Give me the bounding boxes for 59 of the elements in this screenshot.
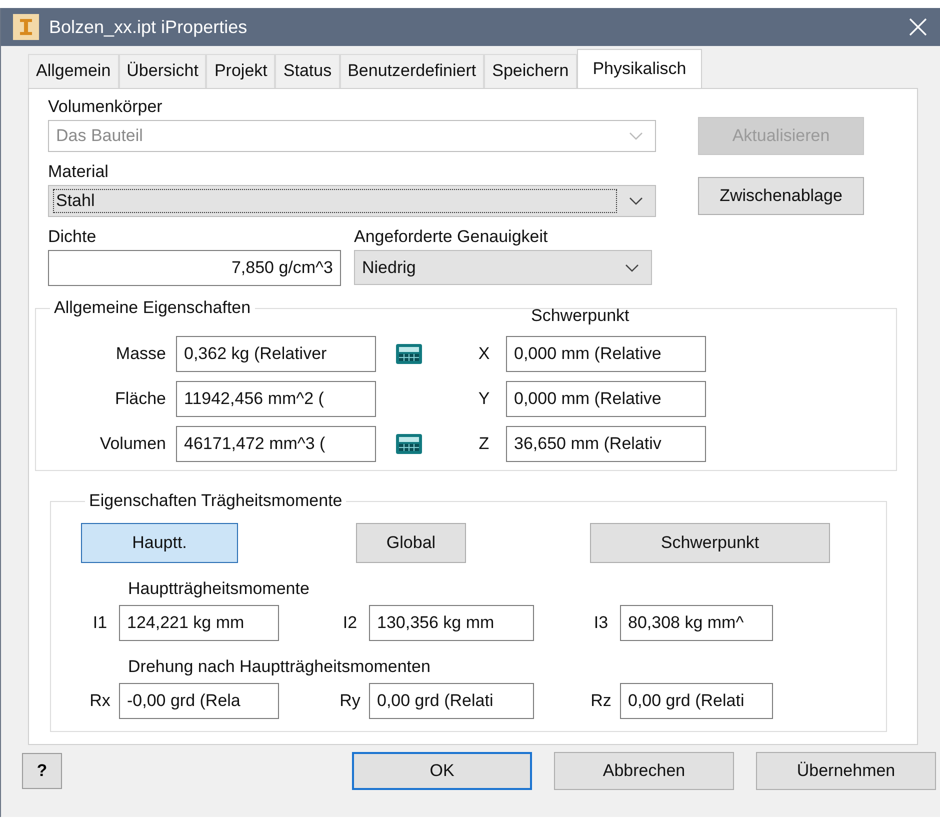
field-label: Dichte <box>48 227 98 247</box>
field-label: Ry <box>338 691 362 711</box>
mode-button[interactable]: Global <box>356 523 466 563</box>
rotation-field[interactable]: 0,00 grd (Relati <box>369 683 534 719</box>
help-button[interactable]: ? <box>22 753 62 789</box>
chevron-down-icon <box>625 262 639 272</box>
field-label: Volumen <box>98 434 167 454</box>
tab[interactable]: Status <box>275 54 340 88</box>
field-label: Masse <box>114 344 167 364</box>
dialog-button[interactable]: Übernehmen <box>756 752 936 790</box>
section-label: Drehung nach Hauptträgheitsmomenten <box>128 657 432 677</box>
dialog-button[interactable]: OK <box>352 752 532 790</box>
calculator-icon[interactable] <box>396 434 422 454</box>
mode-button[interactable]: Hauptt. <box>81 523 238 563</box>
field-label: Angeforderte Genauigkeit <box>354 227 549 247</box>
field-label: Material <box>48 162 110 182</box>
property-field[interactable]: 0,362 kg (Relativer <box>176 336 376 372</box>
clipboard-button[interactable]: Zwischenablage <box>698 177 864 215</box>
mode-button[interactable]: Schwerpunkt <box>590 523 830 563</box>
tab[interactable]: Allgemein <box>28 54 119 88</box>
tab[interactable]: Projekt <box>206 54 276 88</box>
property-field[interactable]: 46171,472 mm^3 ( <box>176 426 376 462</box>
moment-field[interactable]: 124,221 kg mm <box>119 605 279 641</box>
center-field[interactable]: 0,000 mm (Relative <box>506 336 706 372</box>
property-field[interactable]: 11942,456 mm^2 ( <box>176 381 376 417</box>
moment-field[interactable]: 80,308 kg mm^ <box>620 605 773 641</box>
chevron-down-icon <box>629 196 643 206</box>
chevron-down-icon <box>629 131 643 141</box>
material-dropdown[interactable]: Stahl <box>48 185 656 217</box>
app-icon <box>13 14 39 40</box>
field-label: Fläche <box>114 389 167 409</box>
moment-field[interactable]: 130,356 kg mm <box>369 605 534 641</box>
axis-label: Z <box>478 434 490 454</box>
field-label: Rx <box>88 691 112 711</box>
field-label: I2 <box>342 613 358 633</box>
close-icon[interactable] <box>908 17 928 37</box>
field-label: I1 <box>92 613 108 633</box>
group-title: Allgemeine Eigenschaften <box>53 298 252 318</box>
accuracy-dropdown[interactable]: Niedrig <box>354 250 652 285</box>
tab[interactable]: Physikalisch <box>576 49 702 89</box>
rotation-field[interactable]: -0,00 grd (Rela <box>119 683 279 719</box>
tab[interactable]: Übersicht <box>118 54 206 88</box>
group-title: Eigenschaften Trägheitsmomente <box>88 491 344 511</box>
column-heading: Schwerpunkt <box>531 306 630 326</box>
density-field[interactable]: 7,850 g/cm^3 <box>48 250 341 286</box>
axis-label: Y <box>477 389 491 409</box>
section-label: Hauptträgheitsmomente <box>128 579 310 599</box>
axis-label: X <box>477 344 491 364</box>
center-field[interactable]: 36,650 mm (Relativ <box>506 426 706 462</box>
tab[interactable]: Speichern <box>484 54 577 88</box>
window-title: Bolzen_xx.ipt iProperties <box>49 16 248 38</box>
field-label: I3 <box>592 613 610 633</box>
tab[interactable]: Benutzerdefiniert <box>340 54 484 88</box>
center-field[interactable]: 0,000 mm (Relative <box>506 381 706 417</box>
calculator-icon[interactable] <box>396 344 422 364</box>
rotation-field[interactable]: 0,00 grd (Relati <box>620 683 773 719</box>
field-label: Volumenkörper <box>48 97 164 117</box>
field-label: Rz <box>590 691 612 711</box>
dialog-button[interactable]: Abbrechen <box>554 752 734 790</box>
